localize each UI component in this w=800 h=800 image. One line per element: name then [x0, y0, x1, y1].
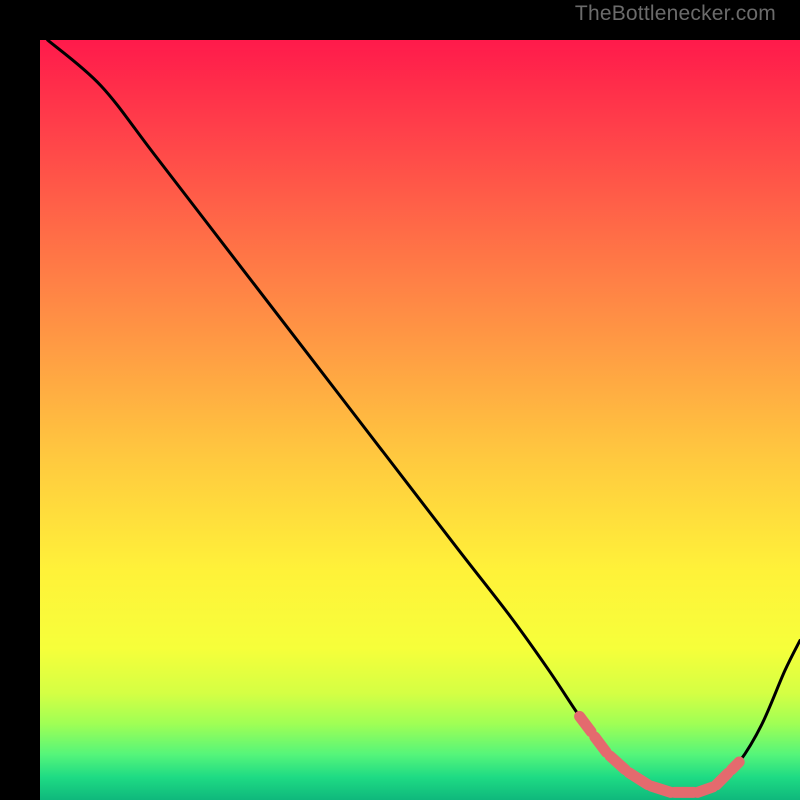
optimal-dash	[697, 787, 712, 792]
bottleneck-plot	[40, 40, 800, 800]
optimal-dash	[652, 786, 671, 792]
watermark-text: TheBottlenecker.com	[575, 2, 776, 26]
chart-frame	[20, 20, 780, 780]
optimal-dash	[732, 762, 740, 770]
